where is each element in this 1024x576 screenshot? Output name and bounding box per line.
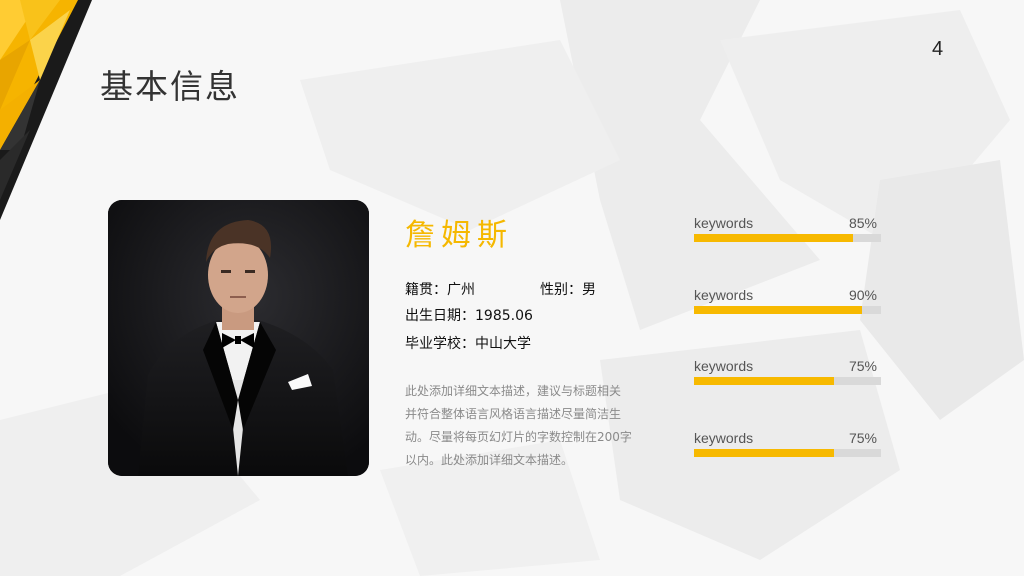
school-label: 毕业学校：: [405, 336, 475, 352]
description-text: 此处添加详细文本描述，建议与标题相关 并符合整体语言风格语言描述尽量简洁生 动。…: [405, 380, 655, 472]
birth-row: 出生日期：1985.06: [405, 305, 533, 325]
skill-label: keywords: [694, 358, 754, 374]
skill-label: keywords: [694, 215, 754, 231]
skill-label: keywords: [694, 287, 754, 303]
skill-percent: 75%: [848, 358, 877, 374]
skill-fill: [694, 449, 835, 457]
page-number: 4: [932, 38, 944, 60]
school-row: 毕业学校：中山大学: [405, 333, 531, 353]
description-line: 动。尽量将每页幻灯片的字数控制在200字: [405, 430, 632, 444]
portrait-photo: [108, 200, 369, 476]
slide: 4 基本信息 詹姆斯 籍贯：广州 性别：男 出生日期：1985.06 毕业学校：…: [0, 0, 1024, 576]
skill-track: [694, 234, 881, 242]
skill-track: [694, 377, 881, 385]
corner-decoration: [0, 0, 92, 220]
skill-label: keywords: [694, 430, 754, 446]
description-line: 以内。此处添加详细文本描述。: [405, 453, 574, 467]
gender-label: 性别：: [540, 282, 582, 298]
native-place-row: 籍贯：广州: [405, 279, 475, 299]
gender-value: 男: [582, 282, 596, 298]
birth-label: 出生日期：: [405, 308, 475, 324]
native-place-value: 广州: [447, 282, 475, 298]
description-line: 并符合整体语言风格语言描述尽量简洁生: [405, 407, 622, 421]
skill-track: [694, 449, 881, 457]
gender-row: 性别：男: [540, 279, 596, 299]
skill-percent: 75%: [848, 430, 877, 446]
birth-value: 1985.06: [475, 308, 533, 324]
skill-fill: [694, 377, 835, 385]
skill-percent: 85%: [848, 215, 877, 231]
skill-fill: [694, 234, 853, 242]
skill-track: [694, 306, 881, 314]
native-place-label: 籍贯：: [405, 282, 447, 298]
skill-percent: 90%: [848, 287, 877, 303]
school-value: 中山大学: [475, 336, 531, 352]
page-title: 基本信息: [100, 67, 240, 106]
person-name: 詹姆斯: [405, 218, 513, 253]
skill-fill: [694, 306, 863, 314]
description-line: 此处添加详细文本描述，建议与标题相关: [405, 384, 622, 398]
